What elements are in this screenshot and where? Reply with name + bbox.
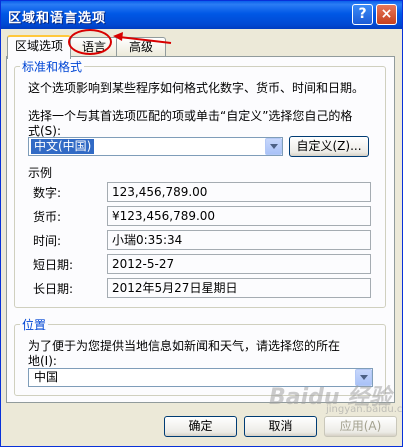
dialog-window: 区域和语言选项 ? × 区域选项 语言 高级 标准和格式 这个选项影响到某些程序… (0, 0, 403, 447)
apply-button[interactable]: 应用(A) (324, 416, 397, 437)
ok-button[interactable]: 确定 (164, 416, 237, 437)
sample-label-time: 时间: (33, 234, 62, 248)
sample-value-short-date: 2012-5-27 (107, 254, 371, 274)
locale-select[interactable]: 中文(中国) (28, 137, 283, 156)
samples-title: 示例 (28, 166, 53, 180)
sample-label-long-date: 长日期: (33, 282, 74, 296)
location-description-line2: 地(I): (28, 354, 57, 368)
watermark-url: jingyan.baidu.com (326, 404, 403, 415)
sample-label-short-date: 短日期: (33, 258, 74, 272)
sample-value-currency: ¥123,456,789.00 (107, 206, 371, 226)
location-select-value: 中国 (34, 370, 59, 384)
window-title: 区域和语言选项 (8, 11, 107, 26)
standards-legend: 标准和格式 (20, 58, 85, 75)
tab-regional-options[interactable]: 区域选项 (7, 35, 71, 59)
help-button[interactable]: ? (352, 4, 373, 25)
annotation-circle (68, 29, 112, 55)
locale-select-value: 中文(中国) (31, 139, 95, 154)
sample-value-number: 123,456,789.00 (107, 182, 371, 202)
sample-value-time: 小瑞0:35:34 (107, 230, 371, 250)
sample-label-currency: 货币: (33, 210, 62, 224)
title-bar: 区域和语言选项 ? × (1, 1, 402, 29)
cancel-button[interactable]: 取消 (244, 416, 317, 437)
location-description-line1: 为了便于为您提供当地信息如新闻和天气，请选择您的所在 (28, 339, 341, 353)
tab-strip: 区域选项 语言 高级 (6, 35, 401, 59)
customize-button[interactable]: 自定义(Z)... (289, 136, 369, 157)
tab-panel: 标准和格式 这个选项影响到某些程序如何格式化数字、货币、时间和日期。 选择一个与… (6, 56, 395, 403)
annotation-arrow (113, 32, 172, 44)
instruction-line1: 选择一个与其首选项匹配的项或单击“自定义”选择您自己的格 (28, 109, 353, 123)
sample-label-number: 数字: (33, 186, 62, 200)
chevron-down-icon[interactable] (265, 138, 282, 155)
sample-value-long-date: 2012年5月27日星期日 (107, 278, 371, 298)
close-button[interactable]: × (376, 4, 397, 25)
standards-description: 这个选项影响到某些程序如何格式化数字、货币、时间和日期。 (28, 81, 365, 95)
location-legend: 位置 (20, 316, 49, 333)
